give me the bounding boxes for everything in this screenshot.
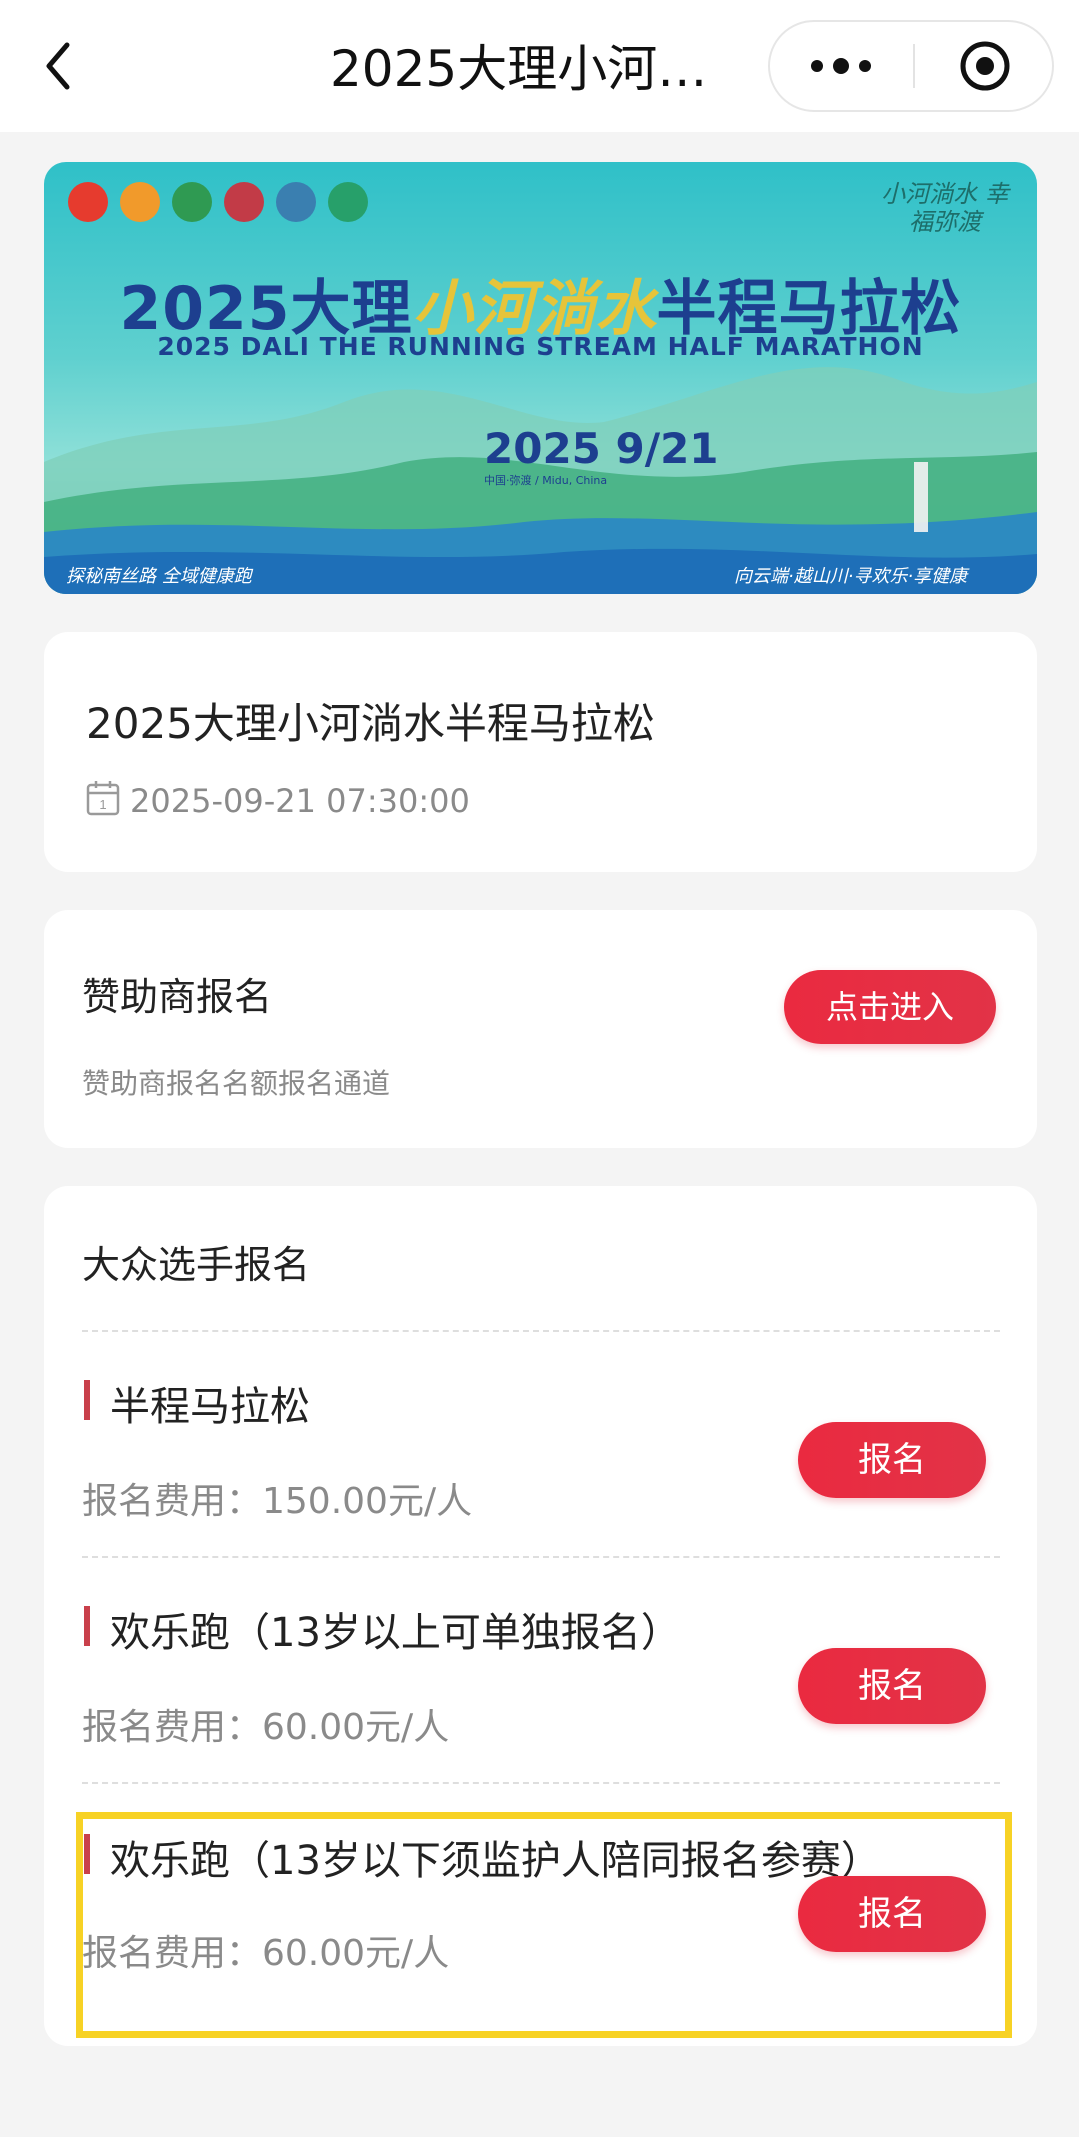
top-nav-bar: 2025大理小河… bbox=[0, 0, 1079, 132]
calendar-icon: 1 bbox=[86, 781, 120, 816]
event-datetime: 2025-09-21 07:30:00 bbox=[130, 782, 470, 820]
more-dots-icon bbox=[811, 58, 871, 74]
partner-logo bbox=[172, 182, 212, 222]
banner-footer-right: 向云端·越山川·寻欢乐·享健康 bbox=[734, 566, 968, 587]
public-registration-card: 大众选手报名 半程马拉松 报名费用：150.00元/人 报名 欢乐跑（13岁以上… bbox=[44, 1186, 1037, 2046]
back-button[interactable] bbox=[38, 38, 78, 94]
banner-location: 中国·弥渡 / Midu, China bbox=[484, 474, 608, 487]
partner-logo bbox=[276, 182, 316, 222]
partner-logo bbox=[120, 182, 160, 222]
divider bbox=[82, 1330, 1000, 1332]
race-fee: 报名费用：60.00元/人 bbox=[82, 1707, 450, 1748]
event-info-card: 2025大理小河淌水半程马拉松 1 2025-09-21 07:30:00 bbox=[44, 632, 1037, 872]
organizer-logo bbox=[68, 182, 108, 222]
register-button[interactable]: 报名 bbox=[798, 1422, 986, 1498]
event-banner: 小河淌水 幸福弥渡 2025大理小河淌水半程马拉松 2025 DALI THE … bbox=[44, 162, 1037, 594]
divider bbox=[82, 1782, 1000, 1784]
banner-title-english: 2025 DALI THE RUNNING STREAM HALF MARATH… bbox=[157, 332, 924, 361]
chevron-left-icon bbox=[46, 42, 70, 90]
divider bbox=[82, 1556, 1000, 1558]
race-name: 欢乐跑（13岁以上可单独报名） bbox=[110, 1610, 681, 1656]
race-marker-bar bbox=[84, 1380, 90, 1420]
sponsor-description: 赞助商报名名额报名通道 bbox=[82, 1067, 391, 1100]
close-button[interactable] bbox=[916, 22, 1054, 110]
sponsor-enter-button[interactable]: 点击进入 bbox=[784, 970, 996, 1044]
partner-logo bbox=[328, 182, 368, 222]
race-name: 半程马拉松 bbox=[110, 1384, 310, 1430]
svg-text:1: 1 bbox=[99, 797, 106, 812]
mini-program-capsule bbox=[768, 20, 1054, 112]
sponsor-title: 赞助商报名 bbox=[82, 975, 273, 1019]
register-button[interactable]: 报名 bbox=[798, 1876, 986, 1952]
more-button[interactable] bbox=[770, 22, 912, 110]
banner-footer-left: 探秘南丝路 全域健康跑 bbox=[66, 566, 252, 587]
capsule-divider bbox=[913, 44, 915, 88]
race-fee: 报名费用：150.00元/人 bbox=[82, 1481, 473, 1522]
event-title: 2025大理小河淌水半程马拉松 bbox=[86, 699, 655, 748]
race-fee: 报名费用：60.00元/人 bbox=[82, 1933, 450, 1974]
race-marker-bar bbox=[84, 1606, 90, 1646]
race-marker-bar bbox=[84, 1834, 90, 1874]
race-name: 欢乐跑（13岁以下须监护人陪同报名参赛） bbox=[110, 1838, 881, 1884]
banner-date: 2025 9/21 bbox=[484, 424, 719, 473]
sponsor-registration-card: 赞助商报名 赞助商报名名额报名通道 点击进入 bbox=[44, 910, 1037, 1148]
page-title: 2025大理小河… bbox=[330, 40, 708, 98]
banner-slogan: 小河淌水 幸福弥渡 bbox=[881, 180, 1009, 236]
target-close-icon bbox=[960, 41, 1010, 91]
register-button[interactable]: 报名 bbox=[798, 1648, 986, 1724]
public-registration-title: 大众选手报名 bbox=[82, 1243, 311, 1287]
partner-logo bbox=[224, 182, 264, 222]
